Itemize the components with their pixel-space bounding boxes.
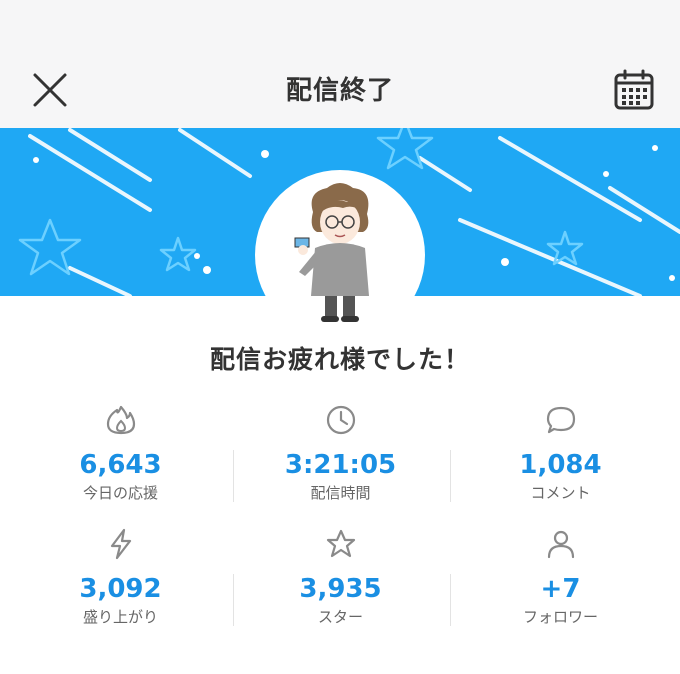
- stat-support: 6,643 今日の応援: [7, 404, 234, 503]
- stat-label: フォロワー: [522, 608, 598, 626]
- stream-end-message: 配信お疲れ様でした！: [209, 345, 470, 374]
- person-icon: [547, 530, 574, 559]
- stat-label: 盛り上がり: [82, 608, 158, 626]
- calendar-button[interactable]: [612, 68, 656, 112]
- page-title: 配信終了: [285, 76, 394, 106]
- stat-label: コメント: [530, 484, 591, 502]
- calendar-icon: [614, 69, 654, 110]
- avatar: [255, 170, 425, 340]
- stat-label: 配信時間: [310, 484, 371, 502]
- lightning-icon: [110, 528, 131, 560]
- speech-bubble-icon: [546, 406, 575, 434]
- header-bar: 配信終了: [0, 0, 680, 128]
- clock-icon: [326, 405, 355, 435]
- stat-value: 3:21:05: [284, 450, 397, 480]
- stat-value: 1,084: [519, 450, 602, 480]
- stat-stream-time: 3:21:05 配信時間: [227, 404, 454, 503]
- stat-value: 6,643: [79, 450, 162, 480]
- stat-followers: +7 フォロワー: [447, 528, 674, 627]
- streamer-avatar-illustration: [294, 183, 369, 322]
- stat-comments: 1,084 コメント: [447, 404, 674, 503]
- stat-value: 3,092: [79, 574, 162, 604]
- stat-excitement: 3,092 盛り上がり: [7, 528, 234, 627]
- stat-value: 3,935: [299, 574, 382, 604]
- star-icon: [326, 529, 355, 558]
- flame-icon: [106, 405, 135, 435]
- stat-label: スター: [317, 608, 363, 626]
- stat-value: +7: [540, 574, 581, 604]
- stat-label: 今日の応援: [82, 484, 158, 502]
- stat-stars: 3,935 スター: [227, 528, 454, 627]
